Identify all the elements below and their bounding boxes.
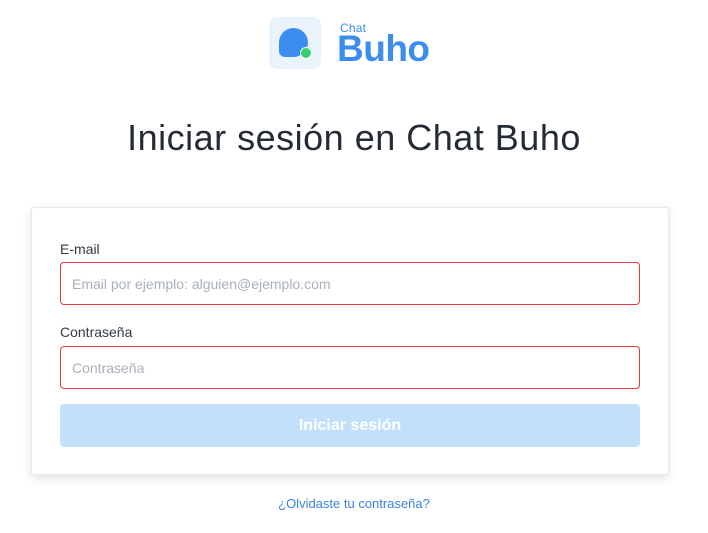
brand-logo: Chat Buho [269, 17, 437, 69]
brand-wordmark: Chat Buho [337, 17, 437, 69]
login-page: Chat Buho Iniciar sesión en Chat Buho E-… [0, 0, 708, 533]
online-dot-icon [300, 47, 312, 59]
brand-name: Buho [337, 28, 430, 69]
email-label: E-mail [60, 241, 100, 257]
login-form-card: E-mail Contraseña Iniciar sesión [31, 207, 669, 475]
page-title: Iniciar sesión en Chat Buho [127, 117, 581, 158]
password-field[interactable] [60, 346, 640, 389]
password-label: Contraseña [60, 324, 133, 340]
chat-bubble-icon [269, 17, 321, 69]
forgot-password-link[interactable]: ¿Olvidaste tu contraseña? [0, 496, 708, 511]
login-button[interactable]: Iniciar sesión [60, 404, 640, 447]
email-field[interactable] [60, 262, 640, 305]
